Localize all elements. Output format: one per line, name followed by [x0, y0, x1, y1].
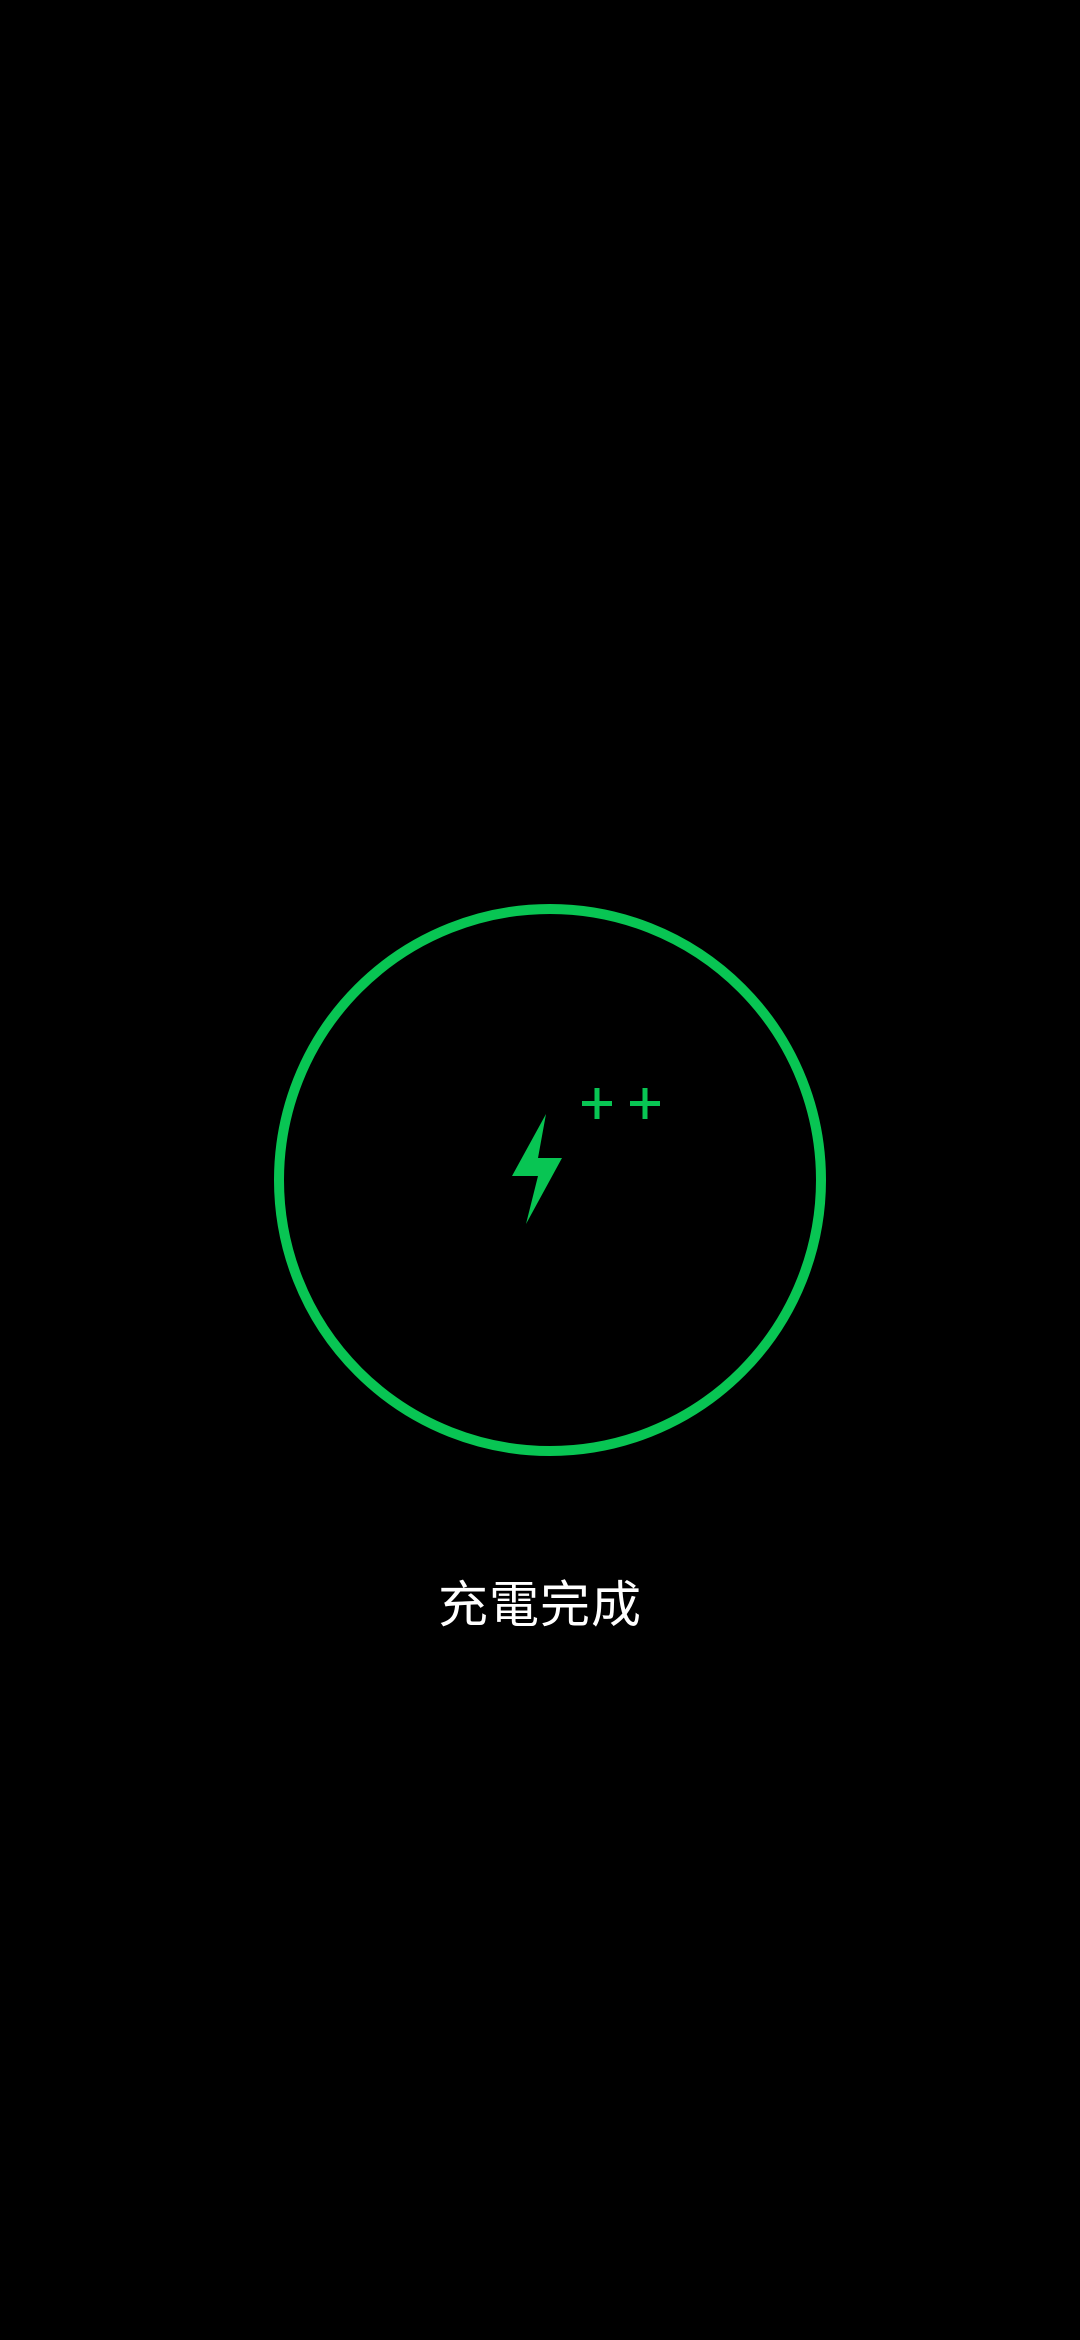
charging-status-text: 充電完成 [438, 1576, 642, 1634]
lightning-bolt-icon [512, 1114, 562, 1224]
double-plus-icon [582, 1088, 660, 1119]
charging-complete-screen: 充電完成 [0, 0, 1080, 2340]
